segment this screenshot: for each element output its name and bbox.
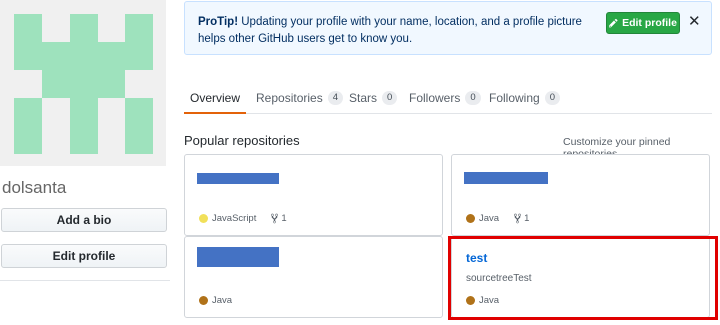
redacted-repo-name[interactable] [197, 247, 279, 267]
tab-count: 0 [544, 91, 560, 105]
repo-language: Java [479, 213, 500, 224]
fork-count: 1 [281, 213, 287, 224]
identicon-image [14, 14, 153, 154]
repo-forks[interactable]: 1 [270, 213, 287, 224]
sidebar-divider [0, 280, 170, 281]
close-icon[interactable]: ✕ [688, 12, 701, 30]
repo-card: JavaScript 1 [184, 154, 443, 236]
tab-label: Overview [190, 91, 241, 105]
redacted-repo-name[interactable] [197, 173, 279, 184]
tab-count: 4 [327, 91, 343, 105]
repo-forked-icon [514, 213, 522, 224]
active-tab-indicator [184, 112, 246, 114]
repo-forks[interactable]: 1 [513, 213, 529, 224]
repo-meta: JavaScript 1 [199, 213, 287, 224]
tab-repositories[interactable]: Repositories 4 [256, 87, 343, 109]
repo-language: Java [212, 295, 233, 306]
tab-count: 0 [465, 91, 481, 105]
tab-label: Repositories [256, 91, 323, 105]
protip-edit-profile-button[interactable]: Edit profile [606, 12, 680, 34]
repo-language: JavaScript [212, 213, 257, 224]
protip-banner: ProTip! Updating your profile with your … [184, 1, 712, 55]
edit-profile-button[interactable]: Edit profile [1, 244, 167, 268]
pencil-icon [609, 18, 618, 28]
tab-label: Following [489, 91, 540, 105]
fork-count: 1 [524, 213, 530, 224]
add-bio-button[interactable]: Add a bio [1, 208, 167, 232]
avatar[interactable] [0, 0, 166, 166]
repo-forked-icon [271, 213, 279, 224]
protip-lead: ProTip! [198, 16, 239, 28]
popular-repositories-title: Popular repositories [184, 133, 300, 148]
repo-card: Java 1 [451, 154, 710, 236]
protip-text: ProTip! Updating your profile with your … [198, 14, 598, 48]
redacted-repo-name[interactable] [464, 172, 548, 184]
tab-followers[interactable]: Followers 0 [409, 87, 481, 109]
repo-meta: Java [199, 295, 232, 306]
language-color-dot [199, 296, 208, 305]
language-color-dot [199, 214, 208, 223]
protip-button-label: Edit profile [622, 17, 677, 29]
tab-following[interactable]: Following 0 [489, 87, 560, 109]
tab-overview[interactable]: Overview [190, 87, 240, 109]
language-color-dot [466, 214, 475, 223]
highlight-annotation-box [448, 236, 718, 320]
repo-card: Java [184, 236, 443, 318]
tab-label: Stars [349, 91, 378, 105]
protip-message: Updating your profile with your name, lo… [198, 16, 582, 45]
tab-label: Followers [409, 91, 461, 105]
profile-tabs: Overview Repositories 4 Stars 0 Follower… [184, 82, 712, 114]
repo-meta: Java 1 [466, 213, 529, 224]
tab-count: 0 [382, 91, 398, 105]
profile-username: dolsanta [2, 178, 67, 197]
tab-stars[interactable]: Stars 0 [349, 87, 398, 109]
